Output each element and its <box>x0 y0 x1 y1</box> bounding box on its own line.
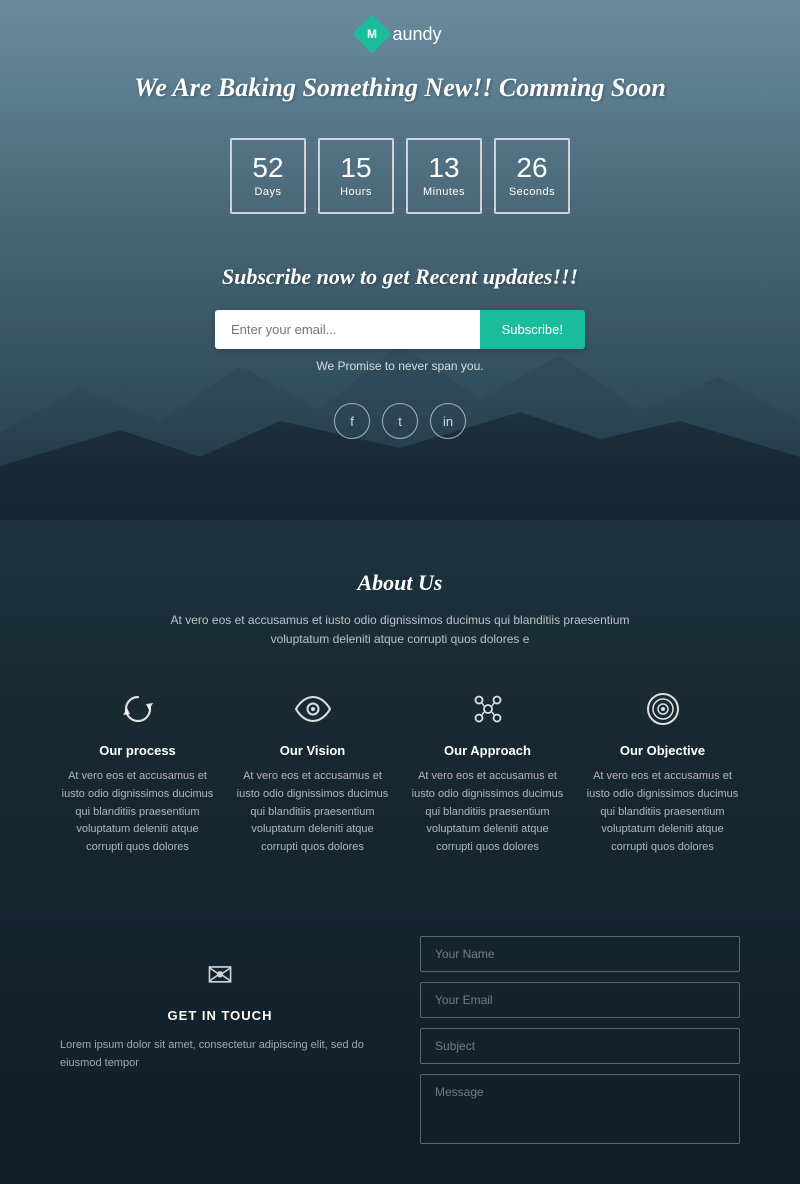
countdown-minutes-box: 13 Minutes <box>406 138 482 214</box>
process-icon <box>119 689 157 729</box>
countdown-minutes-value: 13 <box>428 154 459 182</box>
envelope-icon: ✉ <box>207 956 234 994</box>
countdown-hours-value: 15 <box>340 154 371 182</box>
twitter-label: t <box>398 414 402 429</box>
feature-objective-title: Our Objective <box>620 743 705 758</box>
logo-letter: M <box>367 27 377 41</box>
countdown-seconds-label: Seconds <box>509 186 555 198</box>
countdown-days-box: 52 Days <box>230 138 306 214</box>
features-grid: Our process At vero eos et accusamus et … <box>60 689 740 856</box>
vision-icon <box>294 689 332 729</box>
subscribe-section: Subscribe now to get Recent updates!!! S… <box>195 264 605 373</box>
about-section: About Us At vero eos et accusamus et ius… <box>0 520 800 896</box>
about-description: At vero eos et accusamus et iusto odio d… <box>160 611 640 649</box>
countdown: 52 Days 15 Hours 13 Minutes 26 Seconds <box>230 138 570 214</box>
objective-icon <box>644 689 682 729</box>
facebook-icon[interactable]: f <box>334 403 370 439</box>
contact-form <box>420 936 740 1144</box>
linkedin-label: in <box>443 414 453 429</box>
contact-name-input[interactable] <box>420 936 740 972</box>
subscribe-note: We Promise to never span you. <box>215 359 585 373</box>
approach-icon <box>469 689 507 729</box>
countdown-seconds-value: 26 <box>516 154 547 182</box>
contact-subject-input[interactable] <box>420 1028 740 1064</box>
contact-title: GET IN TOUCH <box>168 1008 273 1023</box>
logo-name: aundy <box>392 24 441 45</box>
contact-text: Lorem ipsum dolor sit amet, consectetur … <box>60 1037 380 1072</box>
about-title: About Us <box>60 570 740 596</box>
feature-objective-text: At vero eos et accusamus et iusto odio d… <box>585 768 740 856</box>
feature-vision: Our Vision At vero eos et accusamus et i… <box>235 689 390 856</box>
feature-process: Our process At vero eos et accusamus et … <box>60 689 215 856</box>
feature-process-title: Our process <box>99 743 176 758</box>
countdown-seconds-box: 26 Seconds <box>494 138 570 214</box>
feature-approach-title: Our Approach <box>444 743 531 758</box>
feature-approach: Our Approach At vero eos et accusamus et… <box>410 689 565 856</box>
contact-section: ✉ GET IN TOUCH Lorem ipsum dolor sit ame… <box>0 896 800 1184</box>
linkedin-icon[interactable]: in <box>430 403 466 439</box>
countdown-minutes-label: Minutes <box>423 186 465 198</box>
hero-headline: We Are Baking Something New!! Comming So… <box>134 73 666 103</box>
twitter-icon[interactable]: t <box>382 403 418 439</box>
social-icons: f t in <box>334 403 466 439</box>
contact-info: ✉ GET IN TOUCH Lorem ipsum dolor sit ame… <box>60 936 380 1144</box>
subscribe-button[interactable]: Subscribe! <box>480 310 585 349</box>
logo-diamond: M <box>353 14 393 54</box>
feature-process-text: At vero eos et accusamus et iusto odio d… <box>60 768 215 856</box>
feature-vision-text: At vero eos et accusamus et iusto odio d… <box>235 768 390 856</box>
feature-vision-title: Our Vision <box>280 743 346 758</box>
facebook-label: f <box>350 414 354 429</box>
contact-email-input[interactable] <box>420 982 740 1018</box>
subscribe-title: Subscribe now to get Recent updates!!! <box>215 264 585 290</box>
countdown-days-value: 52 <box>252 154 283 182</box>
countdown-days-label: Days <box>254 186 281 198</box>
logo: M aundy <box>358 20 441 48</box>
contact-message-input[interactable] <box>420 1074 740 1144</box>
email-input[interactable] <box>215 310 480 349</box>
feature-objective: Our Objective At vero eos et accusamus e… <box>585 689 740 856</box>
feature-approach-text: At vero eos et accusamus et iusto odio d… <box>410 768 565 856</box>
subscribe-form: Subscribe! <box>215 310 585 349</box>
hero-section: M aundy We Are Baking Something New!! Co… <box>0 0 800 520</box>
countdown-hours-box: 15 Hours <box>318 138 394 214</box>
countdown-hours-label: Hours <box>340 186 372 198</box>
